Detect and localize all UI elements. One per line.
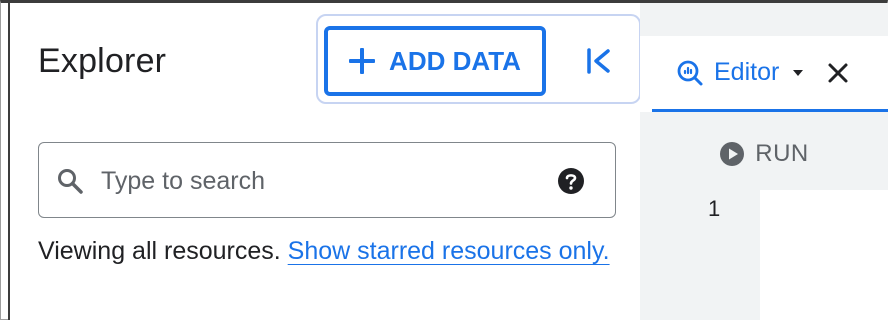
plus-icon: [349, 48, 376, 74]
search-input[interactable]: [99, 159, 543, 203]
editor-tab-label: Editor: [714, 58, 780, 86]
search-icon: [58, 169, 83, 194]
close-icon[interactable]: [827, 62, 849, 84]
explorer-title: Explorer: [38, 42, 167, 80]
editor-tab-icon: [677, 60, 703, 85]
collapse-panel-button[interactable]: [576, 38, 622, 84]
resources-note: Viewing all resources. Show starred reso…: [38, 226, 618, 276]
line-gutter: [640, 190, 760, 320]
chevron-down-icon[interactable]: [791, 66, 805, 80]
show-starred-link[interactable]: Show starred resources only.: [288, 237, 610, 265]
run-icon: [720, 142, 745, 166]
search-box[interactable]: [38, 142, 616, 218]
help-icon[interactable]: [557, 167, 585, 195]
add-data-button[interactable]: ADD DATA: [324, 26, 546, 96]
viewing-text: Viewing all resources.: [38, 237, 281, 265]
run-label: RUN: [755, 140, 809, 167]
add-data-label: ADD DATA: [389, 45, 521, 76]
collapse-panel-icon: [587, 48, 610, 74]
tab-editor[interactable]: Editor: [652, 36, 888, 112]
run-button[interactable]: RUN: [640, 118, 888, 190]
line-number: 1: [708, 196, 721, 221]
